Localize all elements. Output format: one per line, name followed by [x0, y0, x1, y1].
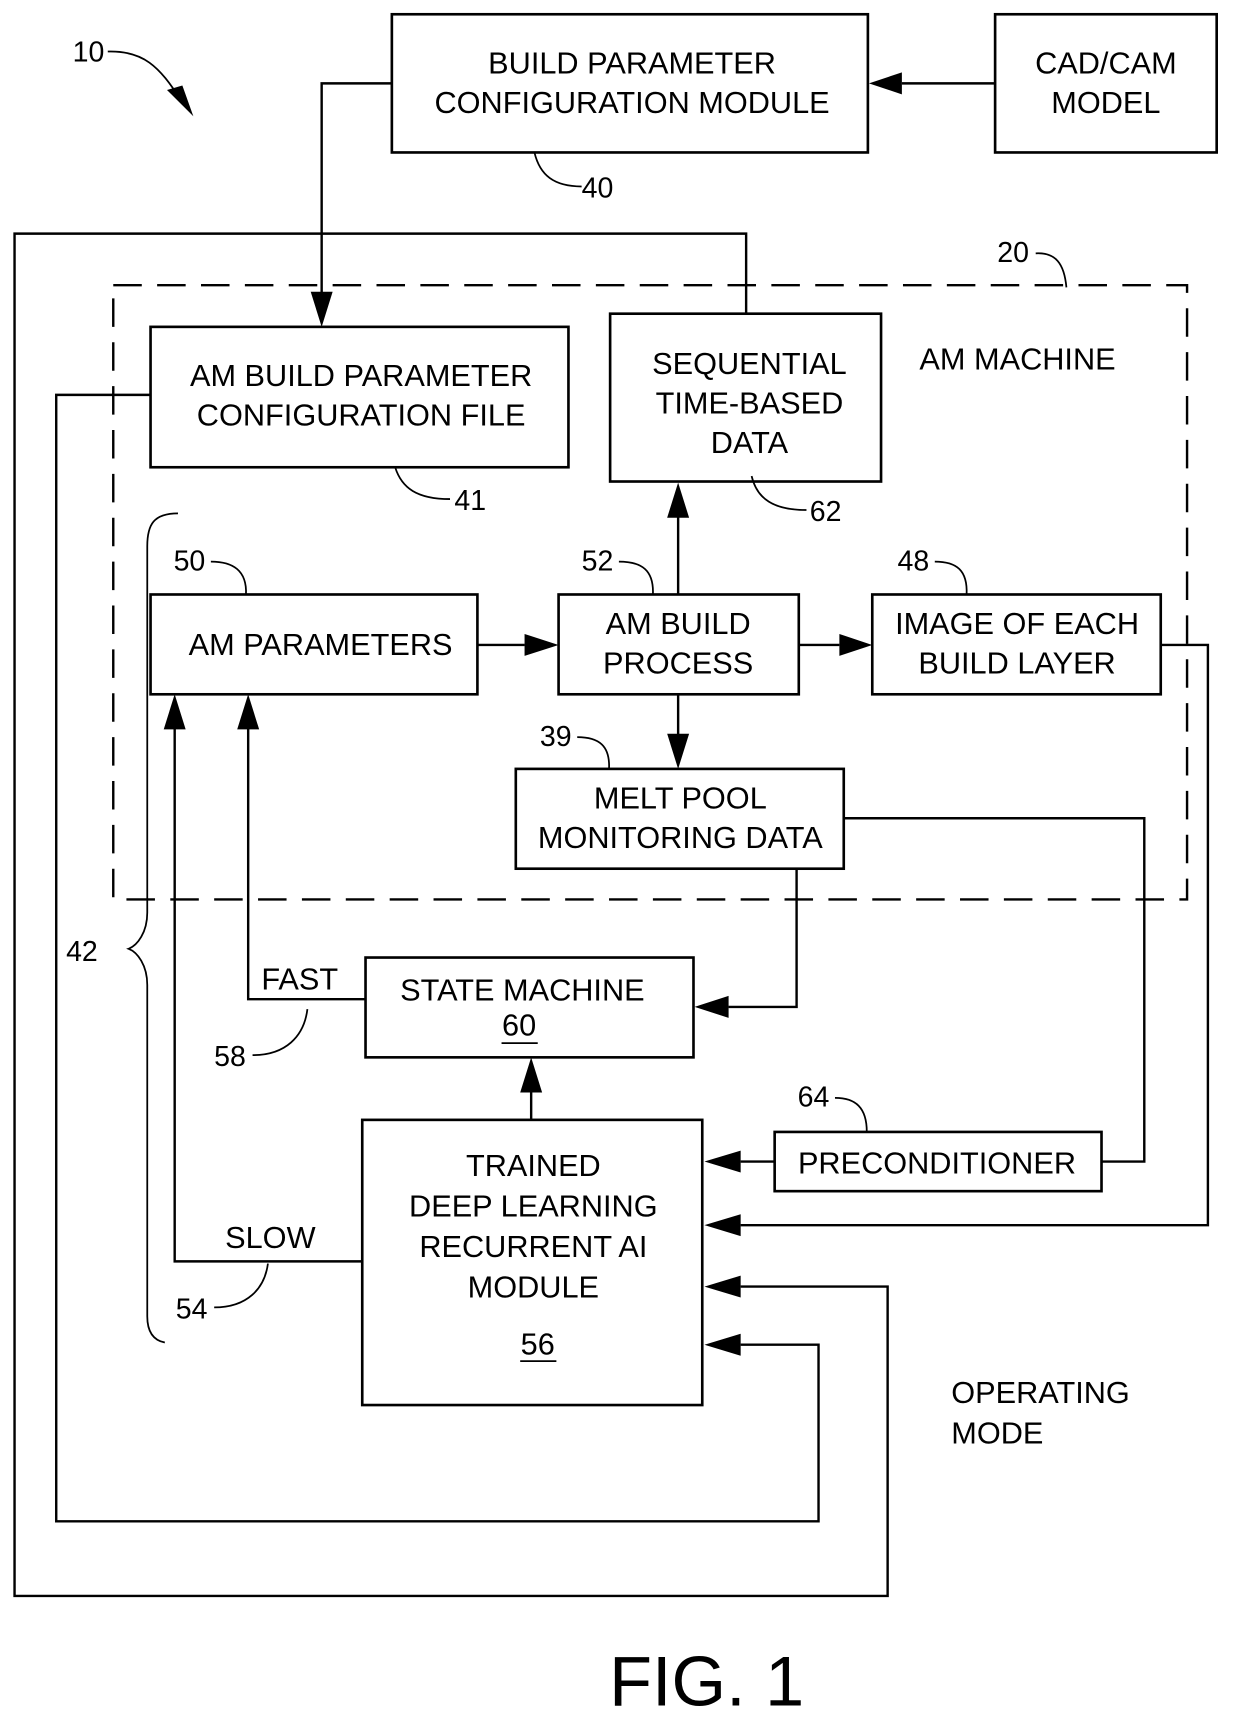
ref-20: 20: [997, 237, 1029, 269]
preconditioner-to-ai-arrowhead: [704, 1150, 741, 1173]
preconditioner-label: PRECONDITIONER: [798, 1146, 1076, 1181]
build-parameter-configuration-module: [390, 12, 870, 154]
operating-mode-line1: OPERATING: [951, 1375, 1130, 1410]
ai-module-line4: MODULE: [468, 1270, 599, 1305]
am-machine-label: AM MACHINE: [919, 342, 1115, 377]
operating-mode-line2: MODE: [951, 1415, 1043, 1450]
fast-path-arrowhead: [237, 694, 260, 730]
slow-path-arrowhead: [163, 694, 186, 730]
image-layer-line1: IMAGE OF EACH: [895, 606, 1139, 641]
config-file-line2: CONFIGURATION FILE: [197, 398, 526, 433]
ref-50: 50: [174, 545, 206, 577]
cad-to-module-arrowhead: [868, 72, 902, 95]
build-param-module-line1: BUILD PARAMETER: [488, 45, 776, 80]
meltpool-to-state-arrowhead: [694, 995, 729, 1018]
ref-10-arrowhead: [167, 85, 194, 117]
am-build-process-line2: PROCESS: [603, 645, 753, 680]
fast-label: FAST: [261, 961, 338, 996]
ai-module-line1: TRAINED: [466, 1148, 601, 1183]
config-loop-arrowhead: [704, 1333, 741, 1356]
params-to-build-arrowhead: [524, 633, 559, 656]
build-param-module-line2: CONFIGURATION MODULE: [434, 85, 829, 120]
ref-50-leader: [210, 560, 247, 595]
ai-module-line2: DEEP LEARNING: [409, 1188, 658, 1223]
outer-loop-arrowhead: [704, 1275, 741, 1298]
slow-label: SLOW: [225, 1220, 315, 1255]
ref-58-leader: [252, 1008, 309, 1057]
ref-52-leader: [618, 560, 654, 595]
ref-41-leader: [394, 466, 450, 500]
ref-62: 62: [810, 496, 842, 528]
cad-cam-line2: MODEL: [1051, 85, 1160, 120]
build-to-sequential-arrowhead: [667, 482, 690, 518]
ref-64-leader: [834, 1097, 868, 1132]
config-file-line1: AM BUILD PARAMETER: [190, 358, 532, 393]
meltpool-to-state-connector: [728, 868, 798, 1009]
cad-cam-model: [993, 12, 1218, 154]
ai-module-number: 56: [521, 1327, 555, 1362]
am-parameters-label: AM PARAMETERS: [189, 627, 453, 662]
sequential-line3: DATA: [711, 425, 789, 460]
state-machine-label: STATE MACHINE: [400, 972, 644, 1007]
image-layer-line2: BUILD LAYER: [918, 645, 1115, 680]
cad-cam-line1: CAD/CAM: [1035, 45, 1177, 80]
module-to-config-arrowhead: [310, 291, 333, 327]
fast-path-connector: [246, 728, 366, 1001]
image-to-ai-arrowhead: [704, 1214, 741, 1237]
ref-20-leader: [1035, 252, 1068, 288]
ref-40-leader: [533, 152, 582, 188]
ref-39-leader: [577, 736, 610, 769]
ref-39: 39: [540, 721, 572, 753]
build-to-meltpool-arrowhead: [667, 733, 690, 769]
module-to-config-connector: [320, 82, 392, 294]
am-build-process-line1: AM BUILD: [606, 606, 751, 641]
sequential-line1: SEQUENTIAL: [652, 346, 847, 381]
ai-to-state-arrowhead: [520, 1057, 543, 1093]
ref-54: 54: [176, 1293, 208, 1325]
ref-10-leader: [107, 50, 183, 102]
sequential-line2: TIME-BASED: [656, 386, 844, 421]
meltpool-to-preconditioner-connector: [843, 817, 1146, 1163]
melt-pool-line2: MONITORING DATA: [538, 820, 823, 855]
ref-54-leader: [214, 1263, 269, 1309]
patent-figure: 10 BUILD PARAMETER CONFIGURATION MODULE …: [13, 12, 1218, 1721]
ref-40: 40: [582, 172, 614, 204]
ref-10: 10: [73, 36, 105, 68]
ref-41: 41: [454, 485, 486, 517]
build-to-image-arrowhead: [839, 633, 873, 656]
ref-52: 52: [582, 545, 614, 577]
figure-caption: FIG. 1: [609, 1642, 804, 1721]
ref-64: 64: [798, 1082, 830, 1114]
ref-58: 58: [214, 1041, 246, 1073]
ai-module-line3: RECURRENT AI: [419, 1229, 647, 1264]
state-machine-number: 60: [502, 1007, 536, 1042]
ref-48: 48: [897, 545, 929, 577]
ref-48-leader: [934, 560, 968, 595]
ref-42: 42: [66, 936, 98, 968]
melt-pool-line1: MELT POOL: [594, 780, 767, 815]
